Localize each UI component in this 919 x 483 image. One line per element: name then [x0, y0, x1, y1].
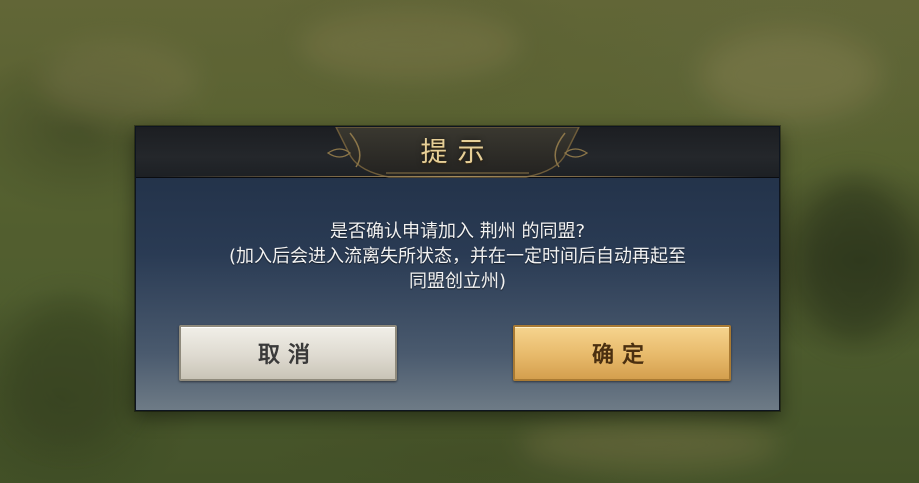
confirm-dialog: 提示 是否确认申请加入 荆州 的同盟? (加入后会进入流离失所状态，并在一定时间…: [135, 126, 780, 411]
message-line: 同盟创立州): [408, 271, 507, 292]
message-line: 是否确认申请加入 荆州 的同盟?: [330, 221, 585, 242]
header-divider: [156, 176, 759, 177]
cancel-button[interactable]: 取消: [179, 325, 397, 381]
dialog-title: 提示: [420, 137, 495, 168]
game-map-background: 提示 是否确认申请加入 荆州 的同盟? (加入后会进入流离失所状态，并在一定时间…: [0, 0, 919, 483]
dialog-message: 是否确认申请加入 荆州 的同盟? (加入后会进入流离失所状态，并在一定时间后自动…: [156, 219, 759, 294]
dialog-header: 提示: [136, 127, 779, 178]
cancel-button-label: 取消: [257, 342, 318, 368]
message-line: (加入后会进入流离失所状态，并在一定时间后自动再起至: [228, 246, 687, 267]
confirm-button-label: 确定: [591, 342, 652, 368]
confirm-button[interactable]: 确定: [513, 325, 731, 381]
